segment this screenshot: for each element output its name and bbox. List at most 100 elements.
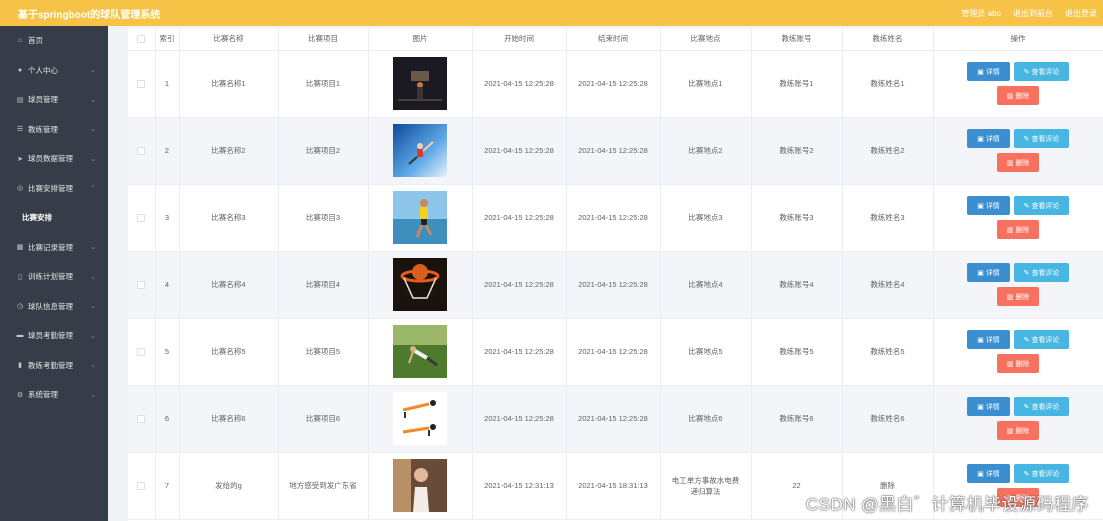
sidebar-item-9[interactable]: ◷ 球队信息管理 ⌄ [0, 292, 108, 322]
card-icon: ▬ [16, 332, 24, 340]
detail-button[interactable]: ▣ 详情 [967, 62, 1010, 81]
cell-match-project: 比赛项目3 [278, 184, 369, 252]
sidebar-item-3[interactable]: ☰ 教练管理 ⌄ [0, 115, 108, 145]
cell-coach-name: 教练姓名3 [842, 184, 934, 252]
view-comments-label: 查看评论 [1031, 68, 1060, 76]
detail-button[interactable]: ▣ 详情 [967, 397, 1010, 416]
delete-button[interactable]: ▥ 删除 [997, 421, 1039, 440]
delete-button-label: 删除 [1015, 92, 1030, 100]
delete-button[interactable]: ▥ 删除 [997, 354, 1039, 373]
cell-index: 5 [155, 318, 180, 386]
edit-icon: ✎ [1023, 269, 1030, 277]
detail-button[interactable]: ▣ 详情 [967, 330, 1010, 349]
edit-icon: ✎ [1023, 202, 1030, 210]
sidebar-item-7[interactable]: ▦ 比赛记录管理 ⌄ [0, 233, 108, 263]
cell-coach-account: 教练账号4 [751, 251, 843, 319]
delete-button-label: 删除 [1015, 293, 1030, 301]
view-comments-button[interactable]: ✎ 查看评论 [1014, 464, 1069, 483]
delete-button[interactable]: ▥ 删除 [997, 153, 1039, 172]
sidebar-item-5[interactable]: ◎ 比赛安排管理 ⌃ [0, 174, 108, 204]
trash-icon: ▥ [1006, 226, 1014, 234]
cell-coach-account: 教练账号5 [751, 318, 843, 386]
cell-index: 6 [155, 385, 180, 453]
select-all-cell [128, 28, 156, 51]
cell-image [368, 50, 473, 118]
chevron-down-icon: ⌄ [90, 391, 96, 399]
sidebar-item-label: 球队信息管理 [28, 301, 73, 311]
submenu-item-match-schedule[interactable]: 比赛安排 [0, 203, 108, 233]
sidebar-item-8[interactable]: ▯ 训练计划管理 ⌄ [0, 262, 108, 292]
cell-coach-name: 教练姓名1 [842, 50, 934, 118]
sidebar-item-label: 比赛记录管理 [28, 242, 73, 252]
sidebar-item-0[interactable]: ⌂ 首页 [0, 26, 108, 56]
header-actions: 管理员 abo 退出到前台 退出登录 [961, 8, 1097, 19]
header-start: 开始时间 [472, 28, 567, 51]
detail-button[interactable]: ▣ 详情 [967, 464, 1010, 483]
view-comments-button[interactable]: ✎ 查看评论 [1014, 196, 1069, 215]
admin-user-label[interactable]: 管理员 abo [961, 8, 1001, 19]
delete-button[interactable]: ▥ 删除 [997, 287, 1039, 306]
row-checkbox[interactable] [137, 281, 146, 289]
match-schedule-table: 索引 比赛名称 比赛项目 图片 开始时间 结束时间 比赛地点 教练账号 教练姓名… [128, 28, 1103, 520]
delete-button[interactable]: ▥ 删除 [997, 220, 1039, 239]
header-index: 索引 [155, 28, 180, 51]
cell-coach-account: 教练账号2 [751, 117, 843, 185]
row-checkbox[interactable] [137, 214, 146, 222]
detail-button[interactable]: ▣ 详情 [967, 129, 1010, 148]
row-checkbox[interactable] [137, 147, 146, 155]
bars-icon: ▮ [18, 362, 22, 370]
sidebar-item-10[interactable]: ▬ 球员考勤管理 ⌄ [0, 321, 108, 351]
sidebar-item-4[interactable]: ➤ 球员数据管理 ⌄ [0, 144, 108, 174]
cell-match-name: 比赛名称6 [179, 385, 279, 453]
view-comments-button[interactable]: ✎ 查看评论 [1014, 129, 1069, 148]
sidebar-item-2[interactable]: ▤ 球员管理 ⌄ [0, 85, 108, 115]
cell-image [368, 251, 473, 319]
chevron-down-icon: ⌄ [90, 303, 96, 311]
cell-match-project: 比赛项目2 [278, 117, 369, 185]
row-checkbox[interactable] [137, 482, 146, 490]
header-coach-account: 教练账号 [751, 28, 843, 51]
view-comments-button[interactable]: ✎ 查看评论 [1014, 62, 1069, 81]
cell-start-time: 2021-04-15 12:25:28 [472, 117, 567, 185]
detail-button[interactable]: ▣ 详情 [967, 263, 1010, 282]
match-image [393, 392, 447, 445]
delete-button-label: 删除 [1015, 360, 1030, 368]
chevron-down-icon: ⌄ [90, 155, 96, 163]
delete-button[interactable]: ▥ 删除 [997, 86, 1039, 105]
table-row: 1 比赛名称1 比赛项目1 2021-04-15 12:25:28 2021-04-15… [128, 50, 1103, 118]
delete-button-label: 删除 [1015, 226, 1030, 234]
view-comments-button[interactable]: ✎ 查看评论 [1014, 330, 1069, 349]
detail-icon: ▣ [977, 68, 984, 76]
view-comments-button[interactable]: ✎ 查看评论 [1014, 397, 1069, 416]
sidebar-item-11[interactable]: ▮ 教练考勤管理 ⌄ [0, 351, 108, 381]
select-all-checkbox[interactable] [137, 35, 146, 44]
detail-icon: ▣ [977, 135, 984, 143]
view-comments-label: 查看评论 [1031, 336, 1060, 344]
trash-icon: ▥ [1006, 159, 1014, 167]
detail-button-label: 详情 [985, 68, 1000, 76]
sidebar-item-12[interactable]: ⚙ 系统管理 ⌄ [0, 380, 108, 410]
detail-button[interactable]: ▣ 详情 [967, 196, 1010, 215]
sidebar-item-1[interactable]: ● 个人中心 ⌄ [0, 56, 108, 86]
match-image [393, 124, 447, 177]
send-icon: ➤ [17, 155, 23, 163]
coach-icon: ☰ [16, 126, 24, 134]
cell-coach-account: 教练账号3 [751, 184, 843, 252]
table-row: 5 比赛名称5 比赛项目5 2021-04-15 12:25:28 2021-04-15… [128, 318, 1103, 386]
view-comments-button[interactable]: ✎ 查看评论 [1014, 263, 1069, 282]
cell-match-name: 比赛名称3 [179, 184, 279, 252]
row-checkbox[interactable] [137, 348, 146, 356]
logout-link[interactable]: 退出登录 [1065, 8, 1097, 19]
cell-image [368, 452, 473, 520]
back-to-front-link[interactable]: 退出到前台 [1013, 8, 1053, 19]
sidebar-item-label: 比赛安排 [22, 213, 52, 223]
detail-button-label: 详情 [985, 470, 1000, 478]
sidebar-item-label: 球员考勤管理 [28, 331, 73, 341]
location-icon: ◎ [16, 185, 24, 193]
row-checkbox[interactable] [137, 415, 146, 423]
cell-match-project: 比赛项目6 [278, 385, 369, 453]
row-checkbox[interactable] [137, 80, 146, 88]
view-comments-label: 查看评论 [1031, 135, 1060, 143]
cell-actions: ▣ 详情 ✎ 查看评论 ▥ 删除 [933, 318, 1103, 386]
edit-icon: ✎ [1023, 403, 1030, 411]
